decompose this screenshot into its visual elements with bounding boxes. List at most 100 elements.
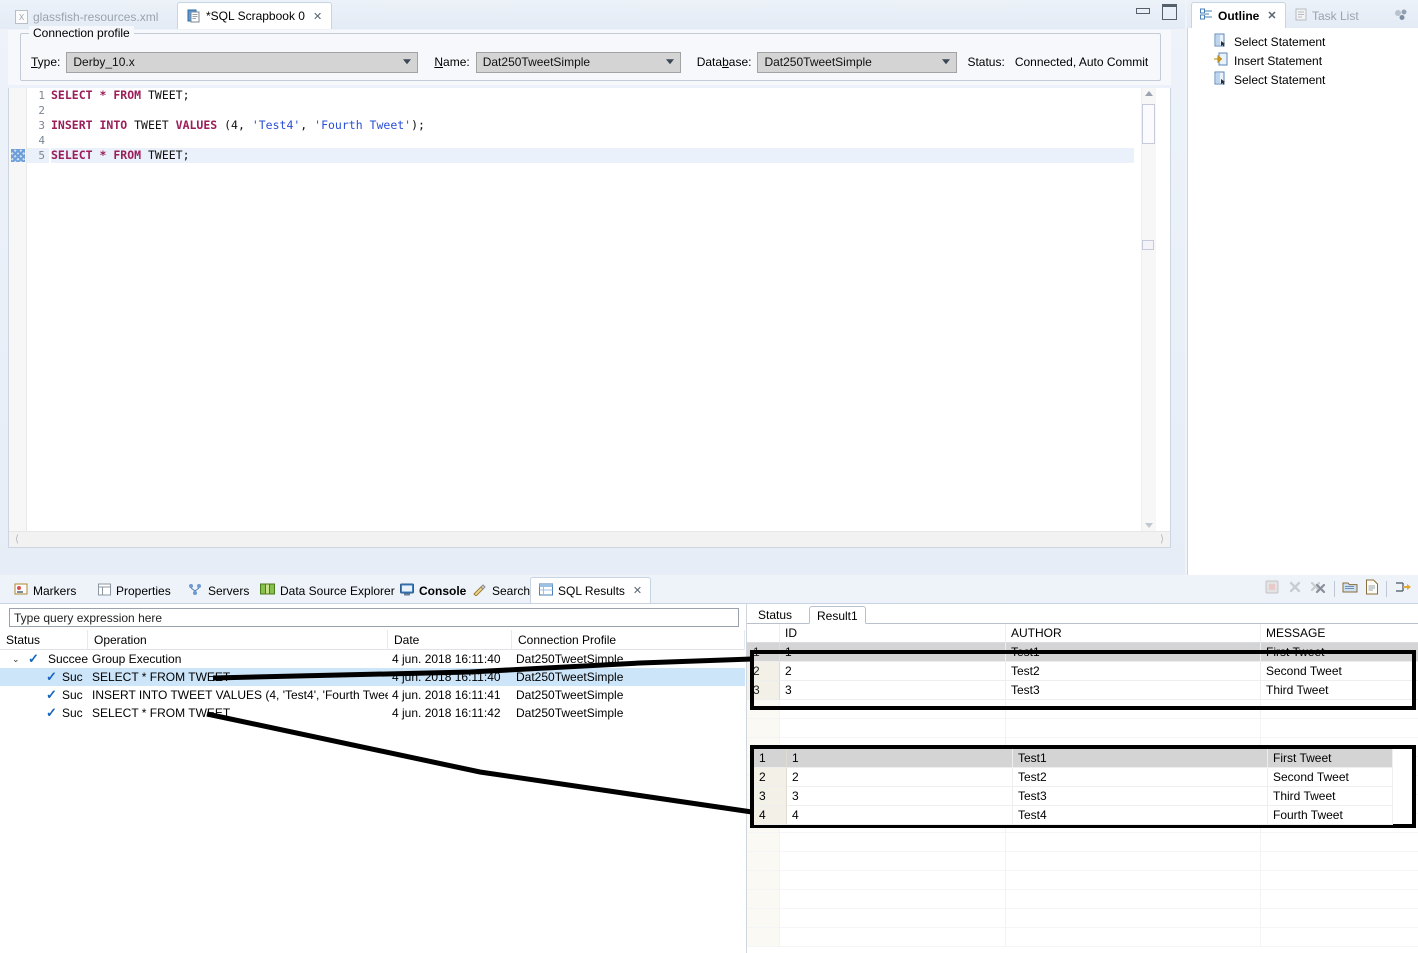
- result-column-header[interactable]: [747, 624, 780, 643]
- column-header[interactable]: Operation: [88, 630, 388, 650]
- connection-profile-row: Type: Derby_10.x Name: Dat250TweetSimple…: [31, 50, 1152, 74]
- sql-editor[interactable]: 1 2 3 45 SELECT * FROM TWEET; INSERT INTO T…: [8, 88, 1171, 548]
- code-line[interactable]: [51, 133, 1134, 148]
- scroll-up-icon[interactable]: [1145, 91, 1153, 96]
- restore-view-icon[interactable]: [1394, 579, 1412, 598]
- tab-label: Console: [419, 583, 467, 598]
- tab-search[interactable]: Search: [464, 578, 538, 603]
- xml-file-icon: X: [15, 9, 28, 24]
- empty-cell: [1261, 871, 1418, 890]
- connection-profile-cell: Dat250TweetSimple: [516, 706, 624, 720]
- scrollbar-thumb[interactable]: [1142, 104, 1155, 144]
- editor-vertical-scrollbar[interactable]: [1141, 88, 1156, 531]
- stop-icon[interactable]: [1264, 579, 1280, 598]
- outline-item[interactable]: Select Statement: [1214, 70, 1418, 89]
- result-column-header[interactable]: MESSAGE: [1261, 624, 1418, 643]
- query-status-rows[interactable]: ⌄ ✓ Succee Group Execution 4 jun. 2018 16:11…: [0, 650, 745, 722]
- tab-servers[interactable]: Servers: [180, 578, 257, 603]
- result-row-empty: [747, 833, 1418, 852]
- result-column-header[interactable]: AUTHOR: [1006, 624, 1261, 643]
- tab-markers[interactable]: Markers: [6, 578, 84, 603]
- connection-name-combo[interactable]: Dat250TweetSimple: [475, 51, 681, 73]
- line-number: 4: [38, 134, 45, 147]
- tab-label: Properties: [116, 583, 171, 598]
- tab-data-source-explorer[interactable]: Data Source Explorer: [252, 578, 403, 603]
- empty-cell: [1006, 719, 1261, 738]
- table-row[interactable]: ✓ Suc INSERT INTO TWEET VALUES (4, 'Test4'…: [0, 686, 745, 704]
- view-menu-icon[interactable]: [1394, 9, 1408, 24]
- expand-twisty-icon[interactable]: ⌄: [12, 650, 20, 668]
- code-line[interactable]: [51, 103, 1134, 118]
- query-expression-input[interactable]: Type query expression here: [9, 608, 739, 627]
- column-header[interactable]: Status: [0, 630, 88, 650]
- table-row[interactable]: ✓ Suc SELECT * FROM TWEET 4 jun. 2018 16:11…: [0, 704, 745, 722]
- close-icon[interactable]: ✕: [1267, 9, 1276, 22]
- breakpoint-marker-icon[interactable]: [11, 149, 25, 162]
- tab-properties[interactable]: Properties: [90, 578, 179, 603]
- annotation-result-row: 1 1 Test1 First Tweet: [754, 749, 1412, 768]
- remove-all-icon[interactable]: [1310, 579, 1327, 598]
- column-header[interactable]: Connection Profile: [512, 630, 745, 650]
- annotation-result-row: 2 2 Test2 Second Tweet: [754, 768, 1412, 787]
- query-status-table[interactable]: Status Operation Date Connection Profile ⌄ ✓…: [0, 630, 745, 953]
- result-row-empty: [747, 890, 1418, 909]
- empty-cell: [1006, 833, 1261, 852]
- close-icon[interactable]: ✕: [633, 584, 642, 597]
- chevron-down-icon: [942, 59, 951, 65]
- select-statement-icon: [1214, 33, 1228, 50]
- outline-item[interactable]: Select Statement: [1214, 32, 1418, 51]
- code-token: SELECT: [51, 148, 93, 162]
- code-line[interactable]: SELECT * FROM TWEET;: [51, 148, 1134, 163]
- editor-code-lines[interactable]: SELECT * FROM TWEET; INSERT INTO TWEET V…: [51, 88, 1134, 547]
- task-list-icon: [1295, 8, 1307, 24]
- result-tab-result1[interactable]: Result1: [809, 606, 866, 624]
- open-folder-icon[interactable]: [1342, 579, 1358, 598]
- minimize-button[interactable]: [1135, 4, 1150, 16]
- table-row[interactable]: ⌄ ✓ Succee Group Execution 4 jun. 2018 16:11…: [0, 650, 745, 668]
- editor-horizontal-scrollbar[interactable]: ⟨ ⟩: [9, 531, 1170, 547]
- tab-label: SQL Results: [558, 583, 625, 598]
- code-token: );: [411, 118, 425, 132]
- type-label: Type:: [31, 55, 61, 69]
- row-number-cell: 4: [754, 806, 787, 825]
- result-grid-header: ID AUTHOR MESSAGE: [747, 624, 1418, 643]
- tab-outline[interactable]: Outline ✕: [1191, 2, 1286, 28]
- servers-icon: [188, 583, 203, 599]
- scrollbar-marker[interactable]: [1142, 240, 1154, 250]
- tab-console[interactable]: Console: [392, 578, 474, 603]
- maximize-button[interactable]: [1161, 4, 1177, 20]
- scroll-left-icon[interactable]: ⟨: [15, 535, 19, 545]
- outline-item[interactable]: Insert Statement: [1214, 51, 1418, 70]
- operation-cell: SELECT * FROM TWEET: [92, 706, 231, 720]
- code-token: TWEET: [127, 118, 176, 132]
- scroll-down-icon[interactable]: [1145, 523, 1153, 528]
- scroll-right-icon[interactable]: ⟩: [1160, 535, 1164, 545]
- tab-task-list[interactable]: Task List: [1287, 3, 1367, 28]
- close-icon[interactable]: ✕: [313, 10, 322, 23]
- remove-icon[interactable]: [1287, 579, 1303, 598]
- author-cell: Test2: [1013, 768, 1268, 787]
- column-header[interactable]: Date: [388, 630, 512, 650]
- table-row[interactable]: ✓ Suc SELECT * FROM TWEET 4 jun. 2018 16:11…: [0, 668, 745, 686]
- editor-tab-sql-scrapbook[interactable]: *SQL Scrapbook 0 ✕: [177, 2, 333, 29]
- bottom-tabbar: Markers Properties Servers Data Source Expl…: [0, 576, 1418, 603]
- code-line[interactable]: INSERT INTO TWEET VALUES (4, 'Test4', 'F…: [51, 118, 1134, 133]
- annotation-callout-top: [750, 650, 1416, 710]
- annotation-result-row: 4 4 Test4 Fourth Tweet: [754, 806, 1412, 825]
- id-cell: 3: [787, 787, 1013, 806]
- connection-type-combo[interactable]: Derby_10.x: [66, 51, 419, 73]
- code-line[interactable]: SELECT * FROM TWEET;: [51, 88, 1134, 103]
- outline-tree[interactable]: Select Statement Insert Statement Select S…: [1187, 28, 1418, 575]
- tab-sql-results[interactable]: SQL Results ✕: [530, 577, 652, 603]
- editor-marker-bar[interactable]: [9, 88, 27, 547]
- database-combo[interactable]: Dat250TweetSimple: [757, 51, 958, 73]
- document-icon[interactable]: [1365, 579, 1379, 598]
- result-tab-status[interactable]: Status: [751, 606, 799, 624]
- sql-results-toolbar: [1264, 579, 1412, 598]
- line-number: 5: [27, 148, 49, 163]
- success-check-icon: ✓: [46, 705, 57, 720]
- result-column-header[interactable]: ID: [780, 624, 1006, 643]
- outline-item-label: Insert Statement: [1234, 53, 1323, 68]
- code-token: 'Test4': [251, 118, 301, 132]
- line-number: 2: [38, 104, 45, 117]
